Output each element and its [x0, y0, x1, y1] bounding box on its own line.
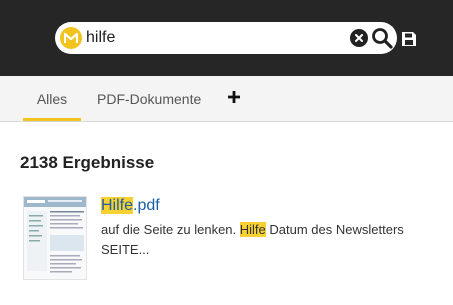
snippet-before: auf die Seite zu lenken.: [101, 222, 240, 237]
search-icon[interactable]: [371, 27, 393, 49]
save-icon[interactable]: [401, 31, 417, 47]
title-highlight: Hilfe: [101, 197, 134, 214]
title-extension: .pdf: [133, 197, 160, 214]
result-thumbnail[interactable]: [23, 196, 87, 280]
search-box[interactable]: [55, 22, 397, 54]
plus-icon[interactable]: [226, 89, 242, 105]
top-bar: [0, 0, 453, 76]
tab-bar: Alles PDF-Dokumente: [0, 76, 453, 122]
logo-icon: [60, 27, 82, 49]
tab-alles[interactable]: Alles: [23, 76, 81, 121]
results-count: 2138 Ergebnisse: [20, 153, 155, 172]
snippet-highlight: Hilfe: [239, 222, 266, 237]
search-input[interactable]: [86, 26, 346, 50]
clear-icon[interactable]: [350, 29, 368, 47]
tab-pdf-dokumente[interactable]: PDF-Dokumente: [97, 76, 201, 121]
result-snippet: auf die Seite zu lenken. Hilfe Datum des…: [101, 220, 446, 260]
result-title-link[interactable]: Hilfe.pdf: [101, 197, 160, 215]
